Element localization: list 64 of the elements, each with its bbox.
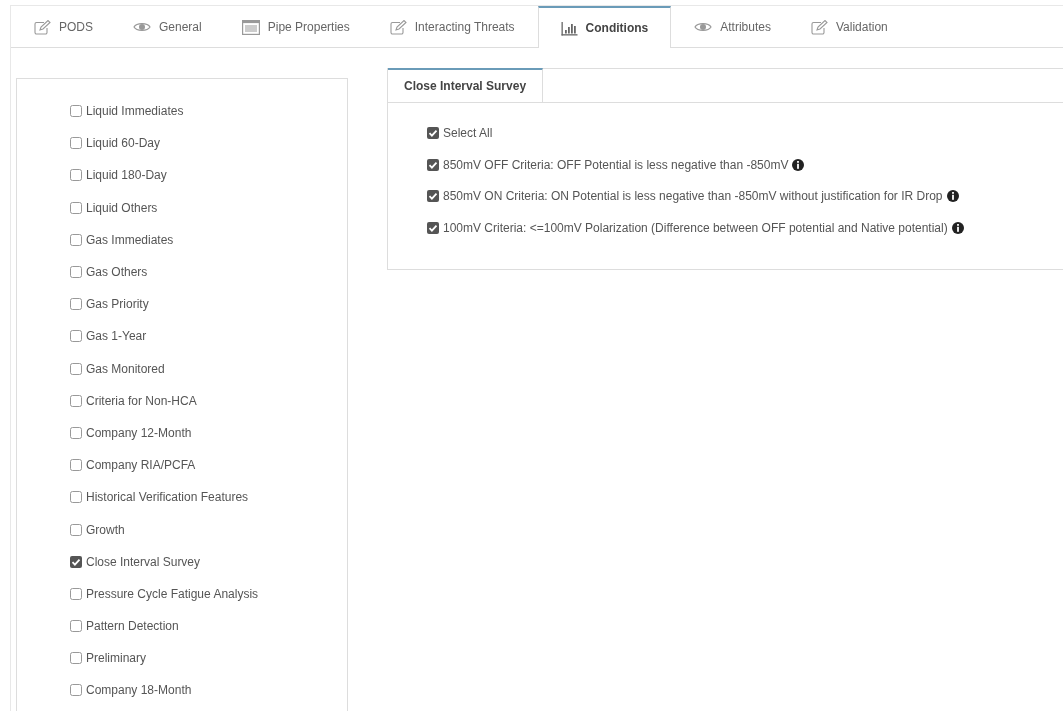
- edit-icon: [34, 19, 51, 35]
- checkbox-label[interactable]: Pattern Detection: [86, 619, 179, 634]
- checkbox[interactable]: [427, 158, 439, 171]
- checkbox-label[interactable]: Gas Priority: [86, 297, 149, 312]
- checkbox[interactable]: [427, 190, 439, 203]
- checkbox[interactable]: [427, 126, 439, 139]
- checkbox[interactable]: [70, 298, 82, 311]
- checkbox[interactable]: [70, 459, 82, 472]
- checkbox[interactable]: [70, 137, 82, 150]
- checkbox-label[interactable]: Liquid Others: [86, 200, 158, 215]
- checkbox[interactable]: [70, 266, 82, 279]
- checkbox[interactable]: [70, 620, 82, 633]
- checkbox-label[interactable]: Preliminary: [86, 651, 146, 666]
- edit-icon: [811, 19, 828, 35]
- info-icon[interactable]: [946, 190, 959, 203]
- table-icon: [241, 19, 260, 35]
- checkbox[interactable]: [70, 587, 82, 600]
- checkbox[interactable]: [70, 491, 82, 504]
- checkbox-label[interactable]: Gas Immediates: [86, 232, 174, 247]
- checkbox-label[interactable]: Pressure Cycle Fatigue Analysis: [86, 586, 259, 601]
- checkbox-label[interactable]: Growth: [86, 522, 125, 537]
- checkbox-label[interactable]: Select All: [443, 125, 493, 140]
- tab[interactable]: General: [116, 6, 219, 47]
- edit-icon: [390, 19, 407, 35]
- checkbox-label[interactable]: Liquid Immediates: [86, 104, 184, 119]
- checkbox[interactable]: [70, 201, 82, 214]
- chart-icon: [561, 21, 578, 35]
- checkbox[interactable]: [70, 105, 82, 118]
- info-icon[interactable]: [792, 158, 805, 171]
- checkbox-label[interactable]: Close Interval Survey: [86, 554, 201, 569]
- checkbox[interactable]: [70, 233, 82, 246]
- checkbox[interactable]: [70, 330, 82, 343]
- eye-icon: [694, 23, 712, 31]
- checkbox[interactable]: [70, 362, 82, 375]
- checkbox-label[interactable]: Criteria for Non-HCA: [86, 393, 197, 408]
- checkbox[interactable]: [70, 169, 82, 182]
- checkbox-label[interactable]: Company 18-Month: [86, 683, 192, 698]
- checkbox-label[interactable]: Liquid 60-Day: [86, 136, 161, 151]
- checkbox[interactable]: [427, 221, 439, 234]
- checkbox-label[interactable]: 850mV ON Criteria: ON Potential is less negative than -850mV without justification for IR Drop: [443, 189, 943, 204]
- tab[interactable]: Interacting Threats: [372, 6, 532, 47]
- checkbox[interactable]: [70, 394, 82, 407]
- tab[interactable]: Attributes: [677, 6, 788, 47]
- checkbox[interactable]: [70, 555, 82, 568]
- checkbox-label[interactable]: 100mV Criteria: <=100mV Polarization (Difference between OFF potential and Native potential): [443, 220, 948, 235]
- checkbox-label[interactable]: Liquid 180-Day: [86, 168, 167, 183]
- checkbox-label[interactable]: Gas 1-Year: [86, 329, 147, 344]
- tab[interactable]: Pipe Properties: [224, 6, 367, 47]
- eye-icon: [133, 23, 151, 31]
- tab[interactable]: Conditions: [537, 6, 672, 48]
- checkbox[interactable]: [70, 523, 82, 536]
- tab[interactable]: PODS: [17, 6, 110, 47]
- tab[interactable]: Close Interval Survey: [388, 68, 544, 102]
- checkbox-label[interactable]: Company 12-Month: [86, 425, 192, 440]
- checkbox[interactable]: [70, 652, 82, 665]
- checkbox-label[interactable]: Gas Others: [86, 265, 148, 280]
- checkbox[interactable]: [70, 426, 82, 439]
- checkbox[interactable]: [70, 684, 82, 697]
- checkbox-label[interactable]: Gas Monitored: [86, 361, 165, 376]
- info-icon[interactable]: [951, 221, 964, 234]
- checkbox-label[interactable]: Company RIA/PCFA: [86, 458, 196, 473]
- checkbox-label[interactable]: 850mV OFF Criteria: OFF Potential is less negative than -850mV: [443, 157, 789, 172]
- tab[interactable]: Validation: [793, 6, 905, 47]
- checkbox-label[interactable]: Historical Verification Features: [86, 490, 249, 505]
